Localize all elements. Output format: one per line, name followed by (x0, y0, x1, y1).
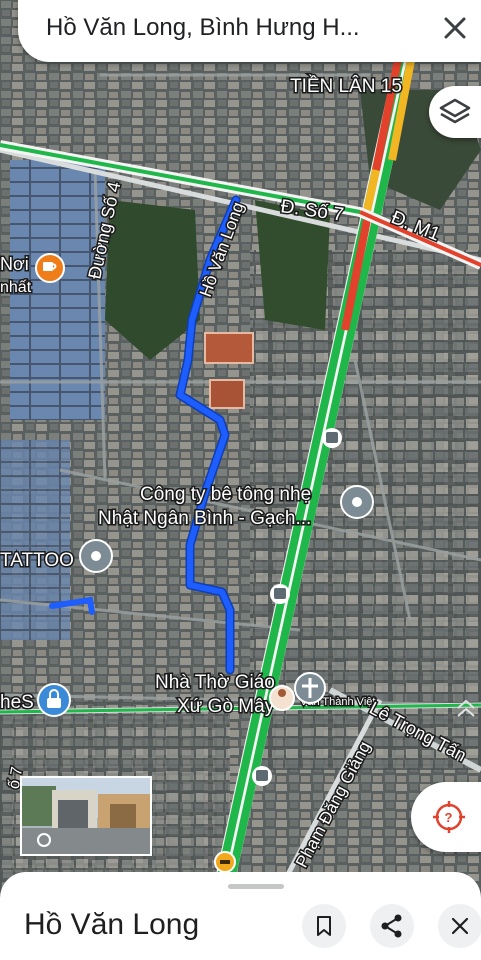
church-icon[interactable] (294, 672, 326, 704)
locate-icon: ? (433, 801, 465, 833)
label-cong-ty-2[interactable]: Nhật Ngân Bình - Gạch... (97, 507, 313, 531)
share-button[interactable] (370, 904, 414, 948)
bus-stop-icon[interactable] (270, 584, 290, 604)
person-marker-icon (269, 685, 295, 711)
svg-text:?: ? (445, 810, 453, 825)
street-view-thumbnail[interactable] (20, 776, 152, 856)
place-pin-icon[interactable] (340, 485, 374, 519)
layers-icon (439, 98, 471, 124)
label-noi: Nơi (0, 254, 29, 274)
close-icon (451, 917, 469, 935)
bus-stop-icon[interactable] (252, 766, 272, 786)
label-tattoo[interactable]: TATTOO (0, 549, 75, 573)
sheet-handle[interactable] (228, 884, 284, 889)
place-sheet[interactable]: Hồ Văn Long (0, 872, 481, 960)
label-cong-ty-1[interactable]: Công ty bê tông nhẹ (139, 483, 313, 507)
label-nha-tho-1[interactable]: Nhà Thờ Giáo (154, 671, 277, 695)
layers-button[interactable] (429, 86, 481, 138)
place-title: Hồ Văn Long (24, 908, 200, 941)
label-hes[interactable]: heS (0, 691, 35, 715)
incident-marker-icon[interactable] (214, 851, 236, 873)
shopping-pin-icon[interactable] (37, 683, 71, 717)
bus-stop-icon[interactable] (322, 428, 342, 448)
cafe-pin-icon[interactable] (35, 253, 65, 283)
place-pin-icon[interactable] (79, 539, 113, 573)
save-button[interactable] (302, 904, 346, 948)
share-icon (381, 914, 402, 938)
search-query[interactable]: Hồ Văn Long, Bình Hưng H... (46, 14, 360, 42)
search-bar[interactable]: Hồ Văn Long, Bình Hưng H... (18, 0, 481, 62)
close-sheet-button[interactable] (438, 904, 481, 948)
close-icon[interactable] (437, 10, 473, 46)
locate-button[interactable]: ? (411, 782, 481, 852)
label-tien-lan: TIỀN LÂN 15 (290, 75, 402, 97)
bookmark-icon (317, 916, 331, 936)
label-nha-tho-2[interactable]: Xứ Gò Mây (176, 695, 277, 719)
label-nhat: nhất (0, 279, 32, 296)
